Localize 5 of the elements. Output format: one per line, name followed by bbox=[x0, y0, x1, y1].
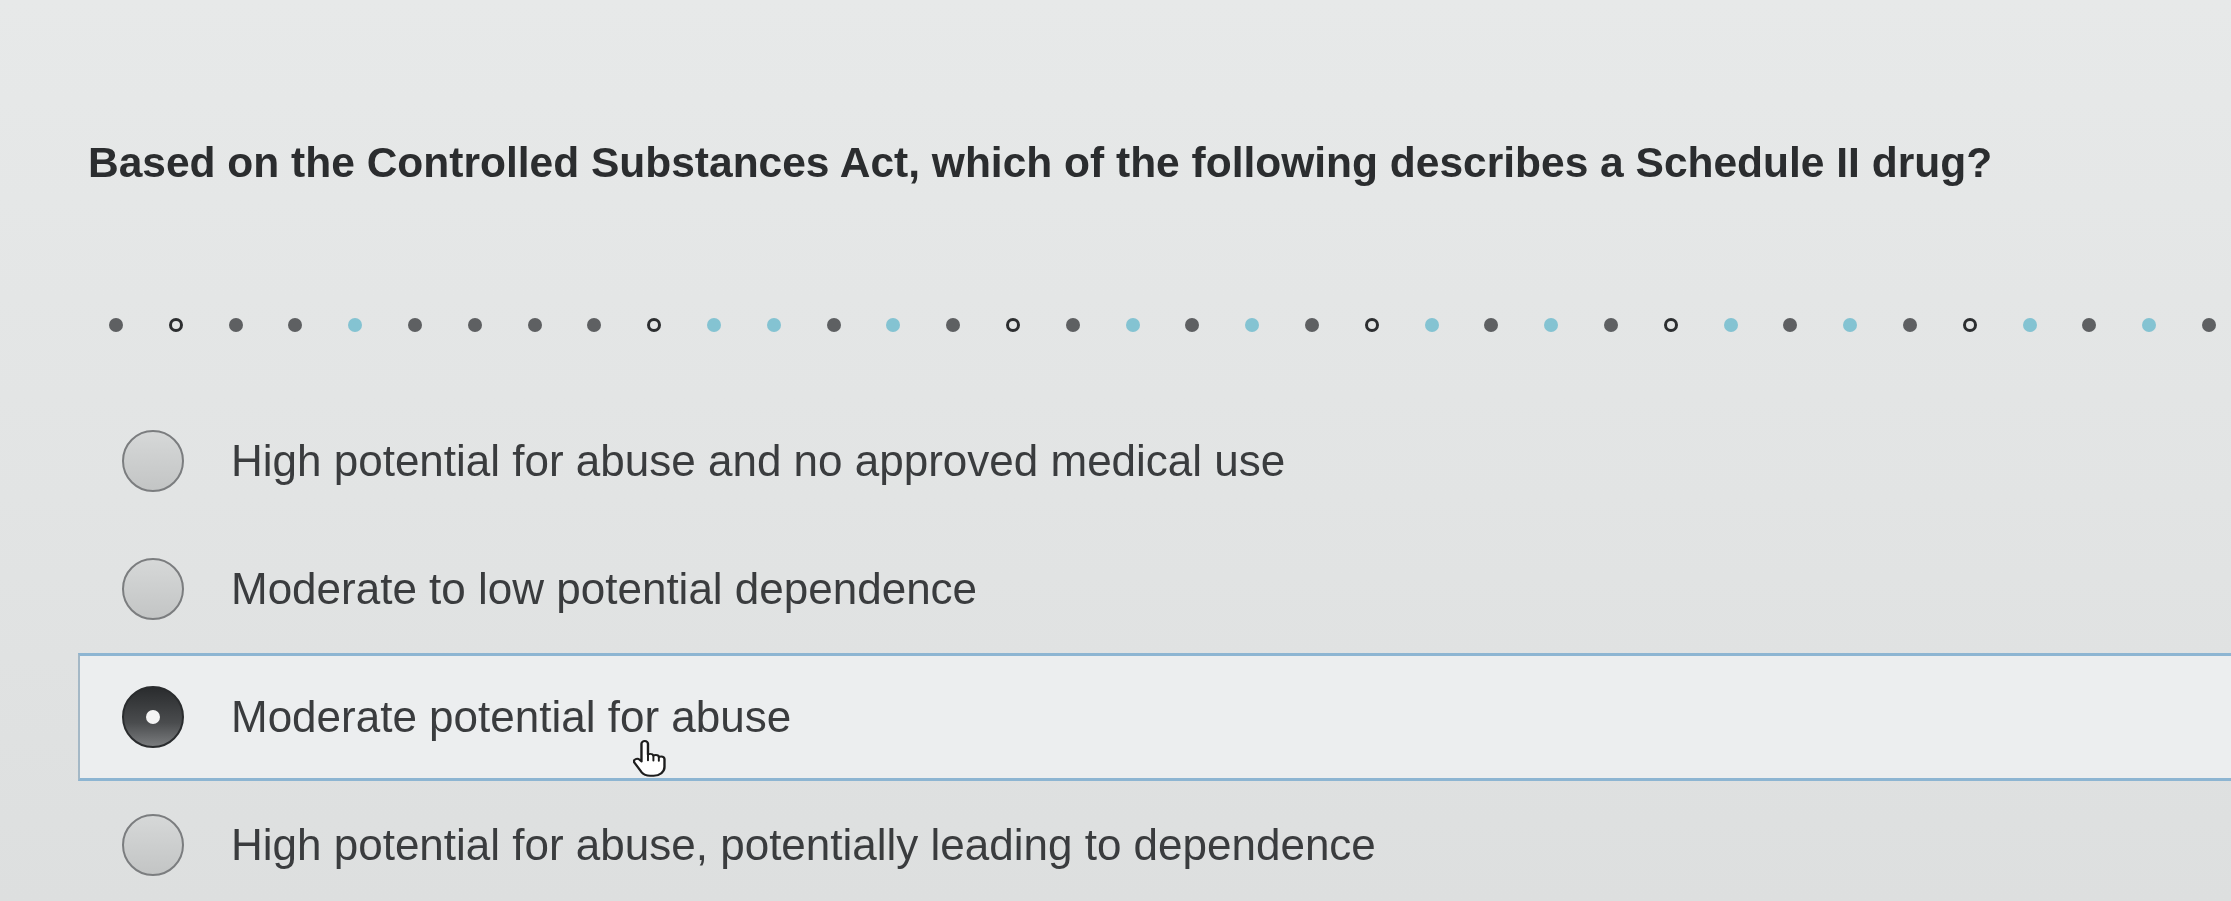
option-label[interactable]: High potential for abuse and no approved medical use bbox=[231, 439, 1286, 483]
option-label[interactable]: High potential for abuse, potentially leading to dependence bbox=[231, 823, 1376, 867]
question-text: Based on the Controlled Substances Act, which of the following describes a Schedule II drug? bbox=[88, 138, 1993, 188]
option-label[interactable]: Moderate potential for abuse bbox=[231, 695, 792, 739]
option-label[interactable]: Moderate to low potential dependence bbox=[231, 567, 978, 611]
